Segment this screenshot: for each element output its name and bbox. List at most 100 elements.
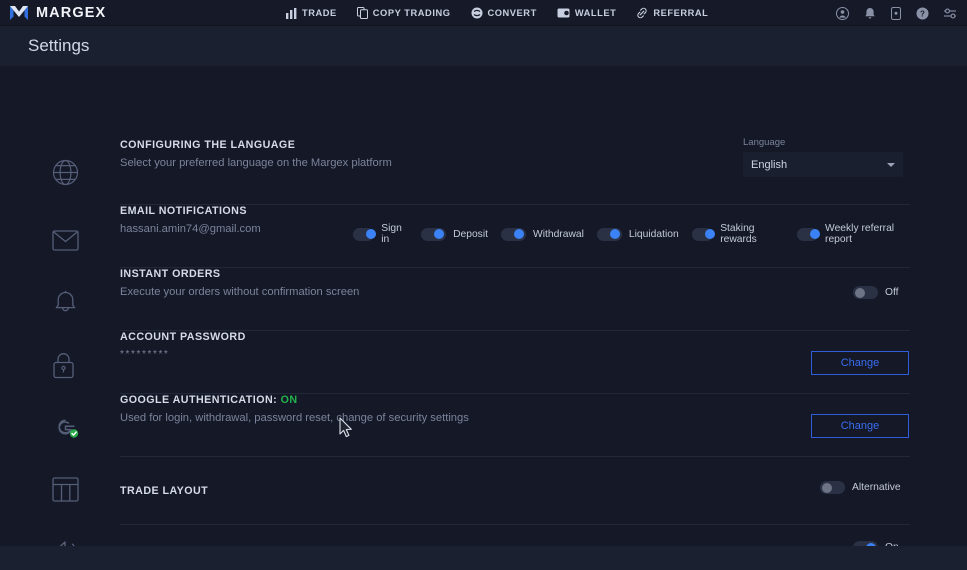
nav-label: TRADE	[302, 8, 337, 18]
change-password-button[interactable]: Change	[811, 351, 909, 375]
section-title: TRADE EXECUTION SOUND NOTIFICATION	[120, 525, 910, 546]
top-nav-right-icons: ?	[836, 0, 957, 26]
copy-icon	[356, 7, 368, 19]
settings-content: CONFIGURING THE LANGUAGE Select your pre…	[0, 67, 967, 546]
settings-sliders-icon[interactable]	[944, 8, 957, 19]
notifications-bell-icon[interactable]	[864, 7, 876, 20]
toggle-label: On	[885, 542, 899, 546]
toggle-weekly-referral-report[interactable]: Weekly referral report	[796, 223, 910, 245]
toggle-label: Withdrawal	[532, 228, 584, 240]
page-header: Settings	[0, 26, 967, 67]
nav-label: WALLET	[574, 8, 617, 18]
toggle-knob	[704, 229, 715, 239]
section-subtitle: Used for login, withdrawal, password res…	[120, 412, 469, 424]
toggle-knob	[366, 229, 376, 239]
settings-panel: CONFIGURING THE LANGUAGE Select your pre…	[120, 67, 967, 546]
mobile-app-icon[interactable]	[891, 6, 901, 20]
toggle-track	[853, 286, 878, 299]
toggle-label: Sign in	[381, 223, 402, 245]
section-trade-layout: TRADE LAYOUT Alternative	[120, 465, 910, 525]
toggle-track	[596, 227, 622, 241]
lock-icon	[52, 352, 75, 379]
section-subtitle: Execute your orders without confirmation…	[120, 286, 360, 298]
toggle-knob	[609, 229, 620, 239]
wallet-icon	[557, 8, 570, 18]
toggle-withdrawal[interactable]: Withdrawal	[500, 227, 584, 241]
nav-item-trade[interactable]: TRADE	[286, 7, 337, 19]
toggle-label: Weekly referral report	[825, 223, 895, 245]
language-select-wrapper: Language English	[743, 137, 903, 177]
toggle-track	[853, 541, 878, 546]
convert-coin-icon	[471, 7, 483, 19]
page-title: Settings	[28, 36, 90, 55]
toggle-label: Staking rewards	[720, 223, 757, 245]
toggle-track	[353, 227, 376, 241]
layout-grid-icon	[52, 477, 79, 502]
toggle-track	[691, 227, 715, 241]
language-select-label: Language	[743, 137, 786, 148]
change-google-auth-button[interactable]: Change	[811, 414, 909, 438]
speaker-sound-icon	[52, 539, 80, 546]
bar-chart-icon	[286, 7, 297, 19]
top-nav-links: TRADE COPY TRADING CONVERT WALLET REFERR…	[286, 0, 708, 26]
nav-label: COPY TRADING	[372, 8, 451, 18]
sound-toggle-group: On	[853, 541, 899, 546]
toggle-label: Alternative	[852, 482, 901, 493]
nav-item-copy-trading[interactable]: COPY TRADING	[356, 7, 451, 19]
toggle-knob	[855, 287, 865, 298]
section-title: GOOGLE AUTHENTICATION: ON	[120, 394, 910, 406]
email-toggle-group: Sign in Deposit Withdrawal Liquidation S…	[353, 223, 910, 245]
toggle-knob	[434, 229, 445, 239]
google-auth-icon	[52, 413, 80, 441]
toggle-knob	[513, 229, 524, 239]
globe-icon	[52, 159, 79, 186]
toggle-track	[421, 227, 447, 241]
bell-icon	[52, 289, 79, 316]
toggle-sign-in[interactable]: Sign in	[353, 223, 408, 245]
toggle-deposit[interactable]: Deposit	[421, 227, 488, 241]
nav-label: REFERRAL	[653, 8, 709, 18]
margex-m-logo-icon	[9, 5, 29, 21]
brand-logo[interactable]: MARGEX	[0, 5, 106, 21]
svg-text:?: ?	[920, 9, 925, 18]
section-email-notifications: EMAIL NOTIFICATIONS hassani.amin74@gmail…	[120, 205, 910, 268]
toggle-track	[500, 227, 526, 241]
toggle-knob	[809, 229, 820, 239]
section-account-password: ACCOUNT PASSWORD ********* Change	[120, 331, 910, 394]
google-auth-status: ON	[280, 394, 298, 406]
language-select[interactable]: English	[743, 152, 903, 177]
toggle-label: Liquidation	[628, 228, 679, 240]
page-footer	[0, 546, 967, 570]
help-question-icon[interactable]: ?	[916, 7, 929, 20]
settings-icon-rail	[0, 67, 120, 546]
toggle-trade-layout-alternative[interactable]: Alternative	[820, 481, 901, 494]
section-title: ACCOUNT PASSWORD	[120, 331, 246, 343]
mouse-cursor	[339, 417, 353, 443]
chevron-down-icon	[887, 162, 895, 167]
section-title: EMAIL NOTIFICATIONS	[120, 205, 247, 217]
section-google-authentication: GOOGLE AUTHENTICATION: ON Used for login…	[120, 394, 910, 457]
toggle-label: Off	[885, 287, 899, 298]
envelope-icon	[52, 230, 79, 251]
link-icon	[636, 7, 648, 19]
language-select-value: English	[751, 158, 788, 171]
nav-item-wallet[interactable]: WALLET	[557, 8, 617, 18]
toggle-staking-rewards[interactable]: Staking rewards	[691, 223, 784, 245]
toggle-track	[820, 481, 845, 494]
trade-layout-toggle-group: Alternative	[820, 481, 901, 494]
nav-item-convert[interactable]: CONVERT	[471, 7, 537, 19]
section-trade-execution-sound: TRADE EXECUTION SOUND NOTIFICATION On	[120, 525, 910, 546]
section-instant-orders: INSTANT ORDERS Execute your orders witho…	[120, 268, 910, 331]
toggle-track	[796, 227, 820, 241]
toggle-instant-orders[interactable]: Off	[853, 286, 899, 299]
google-auth-title-prefix: GOOGLE AUTHENTICATION:	[120, 394, 278, 406]
toggle-knob	[866, 542, 876, 546]
toggle-label: Deposit	[453, 228, 488, 240]
account-icon[interactable]	[836, 6, 849, 20]
toggle-knob	[822, 482, 832, 493]
nav-item-referral[interactable]: REFERRAL	[636, 7, 708, 19]
password-masked-value: *********	[120, 349, 170, 360]
brand-name: MARGEX	[36, 4, 107, 21]
toggle-liquidation[interactable]: Liquidation	[596, 227, 679, 241]
toggle-trade-execution-sound[interactable]: On	[853, 541, 899, 546]
